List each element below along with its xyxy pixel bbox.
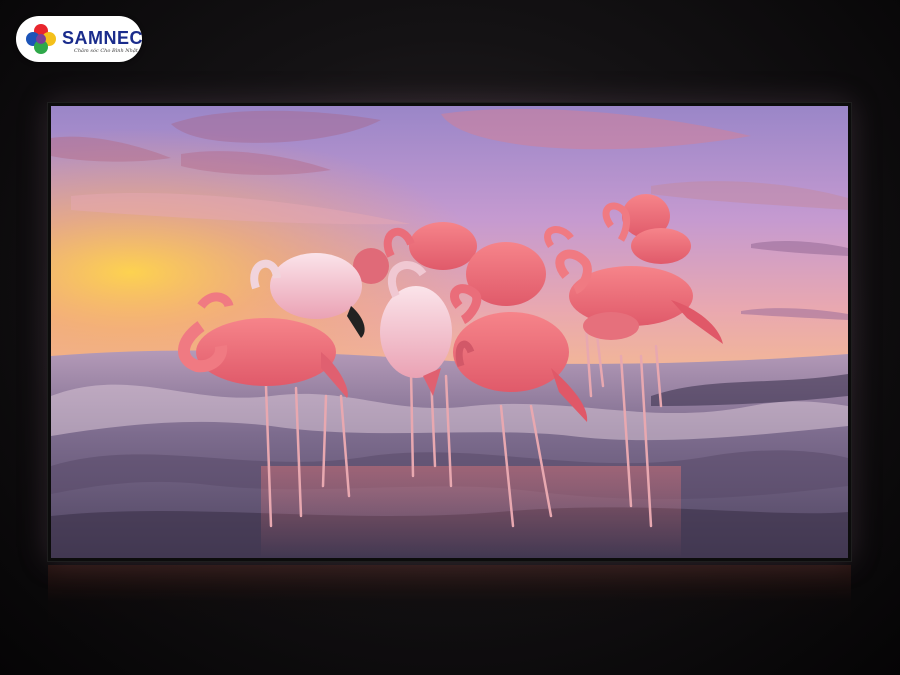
tv-screen-image: [51, 106, 848, 558]
tv-floor-reflection: [48, 565, 851, 625]
brand-tagline: Chăm sóc Cho Bình Nhật: [74, 48, 138, 54]
brand-name: SAMNEC: [62, 28, 144, 48]
brand-logo-badge: SAMNEC Chăm sóc Cho Bình Nhật: [16, 16, 144, 62]
samnec-logo-icon: [26, 24, 56, 54]
tv-frame: [48, 103, 851, 561]
